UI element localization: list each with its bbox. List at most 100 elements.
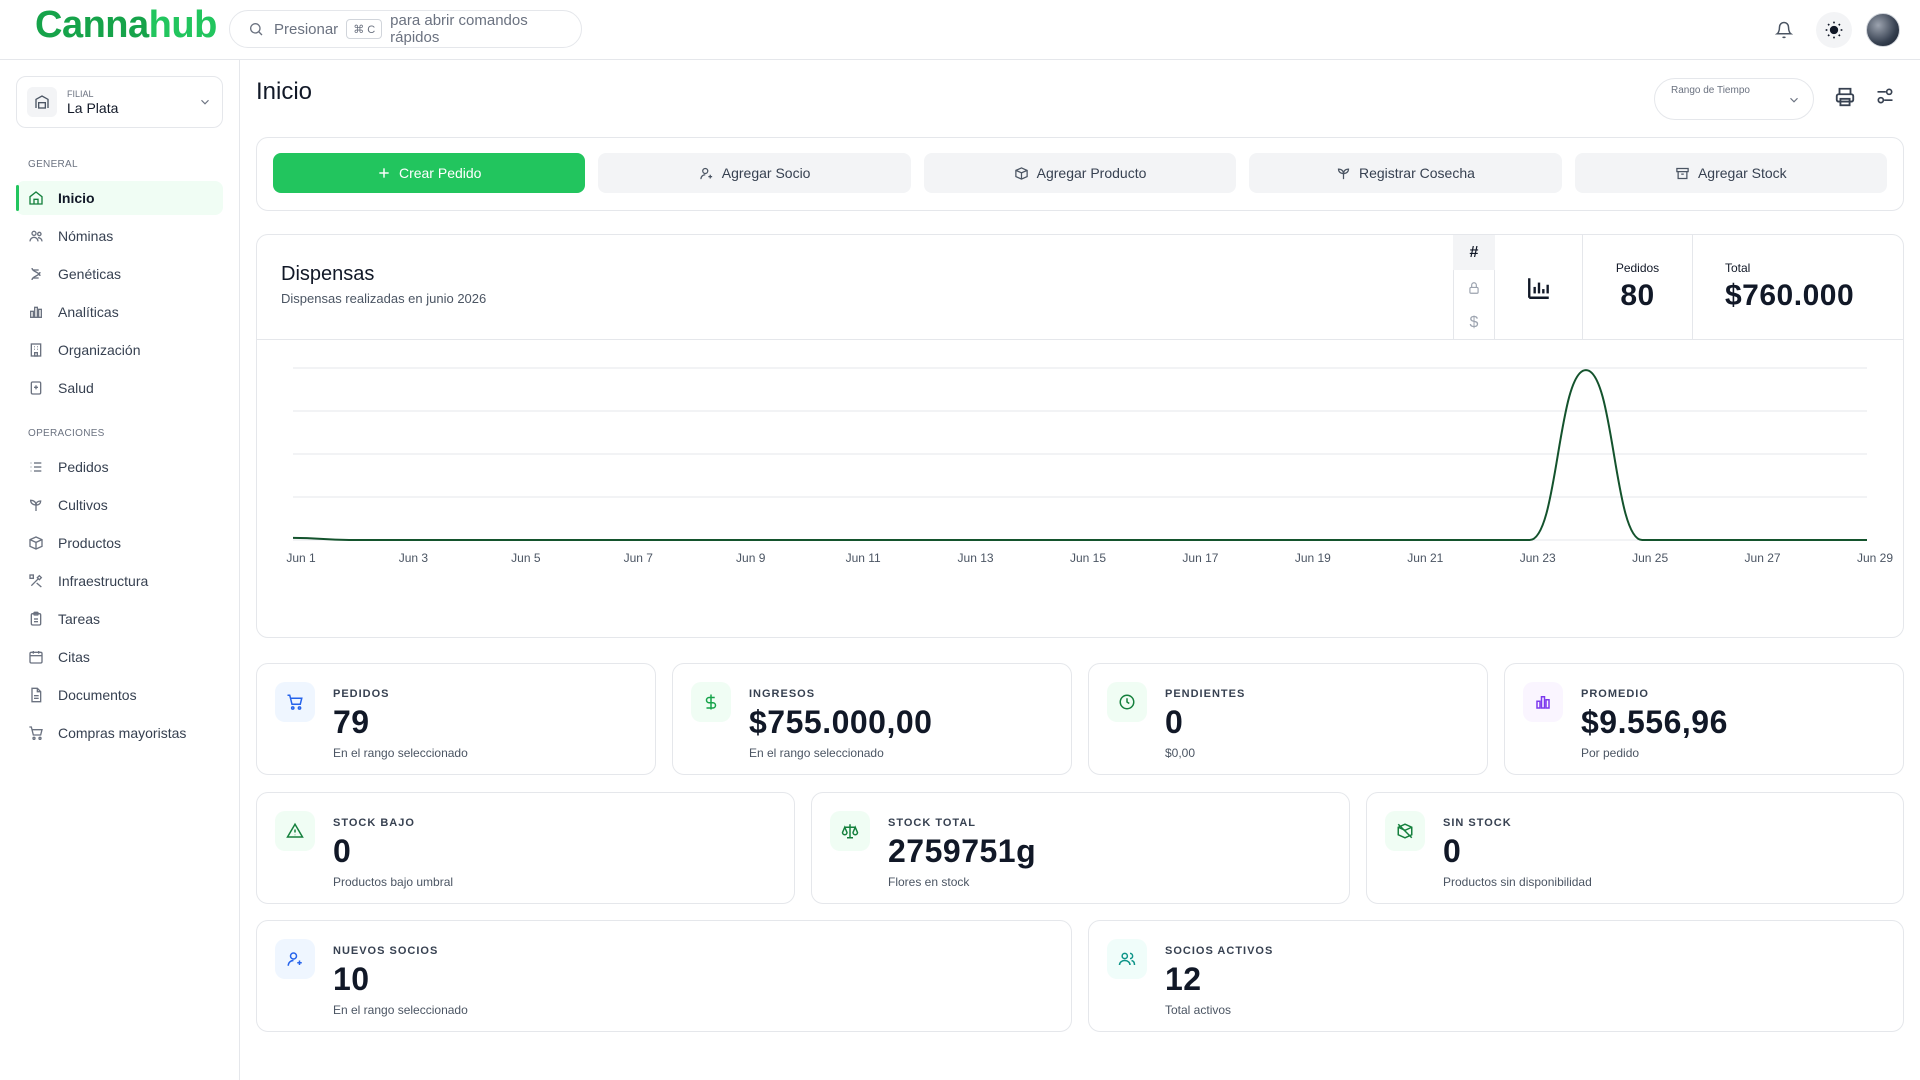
nav-general: Inicio Nóminas Genéticas Analíticas Orga… bbox=[16, 181, 223, 409]
search-prefix: Presionar bbox=[273, 20, 339, 38]
dna-icon bbox=[31, 267, 41, 281]
toggle-weight[interactable] bbox=[1453, 270, 1495, 305]
sidebar-item-documentos[interactable]: Documentos bbox=[16, 678, 223, 712]
toggle-amount[interactable]: $ bbox=[1453, 305, 1495, 340]
sidebar-item-analiticas[interactable]: Analíticas bbox=[16, 295, 223, 329]
x-tick-label: Jun 17 bbox=[1182, 551, 1218, 565]
package-off-icon bbox=[1385, 811, 1425, 851]
metric-card-nuevos-socios: NUEVOS SOCIOS 10 En el rango seleccionad… bbox=[256, 920, 1072, 1032]
metric-title: STOCK BAJO bbox=[333, 817, 415, 829]
chart-type-button[interactable] bbox=[1495, 235, 1583, 340]
search-suffix: para abrir comandos rápidos bbox=[390, 12, 528, 46]
add-stock-button[interactable]: Agregar Stock bbox=[1574, 153, 1888, 193]
time-range-label: Rango de Tiempo bbox=[1671, 85, 1750, 96]
metric-caption: Productos bajo umbral bbox=[333, 875, 454, 889]
metric-caption: Productos sin disponibilidad bbox=[1443, 875, 1592, 889]
sidebar-item-geneticas[interactable]: Genéticas bbox=[16, 257, 223, 291]
cart-icon bbox=[29, 726, 43, 740]
clock-icon bbox=[1107, 682, 1147, 722]
sidebar-item-organizacion[interactable]: Organización bbox=[16, 333, 223, 367]
cart-icon bbox=[275, 682, 315, 722]
metric-value: 0 bbox=[1443, 833, 1462, 869]
printer-icon bbox=[1835, 87, 1855, 107]
x-tick-label: Jun 11 bbox=[846, 551, 881, 565]
metric-value: $9.556,96 bbox=[1581, 704, 1728, 740]
command-search[interactable]: Presionar ⌘ C para abrir comandos rápido… bbox=[229, 10, 582, 48]
metric-caption: Total activos bbox=[1165, 1003, 1232, 1017]
sidebar-item-inicio[interactable]: Inicio bbox=[16, 181, 223, 215]
series-line bbox=[292, 369, 1867, 541]
metric-card-ingresos: INGRESOS $755.000,00 En el rango selecci… bbox=[672, 663, 1072, 775]
sidebar-item-pedidos[interactable]: Pedidos bbox=[16, 450, 223, 484]
metric-title: PROMEDIO bbox=[1581, 688, 1649, 700]
register-harvest-button[interactable]: Registrar Cosecha bbox=[1249, 153, 1562, 193]
warehouse-icon bbox=[27, 87, 57, 117]
pedidos-stat-value: 80 bbox=[1620, 279, 1655, 312]
shortcut-kbd: ⌘ C bbox=[346, 19, 383, 39]
tools-icon bbox=[29, 574, 43, 588]
calendar-icon bbox=[29, 651, 43, 664]
sidebar-item-cultivos[interactable]: Cultivos bbox=[16, 488, 223, 522]
metric-title: SOCIOS ACTIVOS bbox=[1165, 945, 1274, 957]
sidebar-item-compras-mayoristas[interactable]: Compras mayoristas bbox=[16, 716, 223, 750]
sidebar-item-infraestructura[interactable]: Infraestructura bbox=[16, 564, 223, 598]
dispensas-header: Dispensas Dispensas realizadas en junio … bbox=[257, 235, 1903, 340]
x-tick-label: Jun 5 bbox=[511, 551, 541, 565]
metric-card-stock-total: STOCK TOTAL 2759751g Flores en stock bbox=[811, 792, 1350, 904]
x-tick-label: Jun 27 bbox=[1745, 551, 1781, 565]
total-stat: Total $760.000 bbox=[1693, 235, 1903, 340]
metric-value: 0 bbox=[333, 833, 352, 869]
x-tick-label: Jun 7 bbox=[624, 551, 654, 565]
metric-caption: Flores en stock bbox=[888, 875, 970, 889]
create-order-button[interactable]: Crear Pedido bbox=[273, 153, 586, 193]
x-tick-label: Jun 1 bbox=[286, 551, 316, 565]
settings-button[interactable] bbox=[1875, 86, 1895, 111]
theme-toggle-button[interactable] bbox=[1816, 12, 1852, 48]
x-tick-label: Jun 23 bbox=[1520, 551, 1556, 565]
dispensas-title: Dispensas bbox=[281, 263, 375, 285]
user-avatar[interactable] bbox=[1866, 13, 1900, 47]
metric-card-socios-activos: SOCIOS ACTIVOS 12 Total activos bbox=[1088, 920, 1904, 1032]
metric-card-sin-stock: SIN STOCK 0 Productos sin disponibilidad bbox=[1366, 792, 1904, 904]
metric-value: $755.000,00 bbox=[749, 704, 933, 740]
metric-card-stock-bajo: STOCK BAJO 0 Productos bajo umbral bbox=[256, 792, 795, 904]
branch-selector[interactable]: FILIAL La Plata bbox=[16, 76, 223, 128]
branch-label: FILIAL bbox=[67, 88, 94, 99]
sidebar: FILIAL La Plata GENERAL Inicio Nóminas G… bbox=[0, 60, 240, 1080]
sidebar-item-salud[interactable]: Salud bbox=[16, 371, 223, 405]
dollar-icon bbox=[691, 682, 731, 722]
sidebar-item-nominas[interactable]: Nóminas bbox=[16, 219, 223, 253]
sidebar-item-tareas[interactable]: Tareas bbox=[16, 602, 223, 636]
metric-card-pendientes: PENDIENTES 0 $0,00 bbox=[1088, 663, 1488, 775]
sidebar-item-citas[interactable]: Citas bbox=[16, 640, 223, 674]
x-tick-label: Jun 3 bbox=[399, 551, 429, 565]
pedidos-stat-label: Pedidos bbox=[1615, 261, 1660, 275]
user-plus-icon bbox=[700, 167, 712, 179]
metric-value: 2759751g bbox=[888, 833, 1037, 869]
metric-title: PEDIDOS bbox=[333, 688, 390, 700]
sun-icon bbox=[1825, 21, 1843, 39]
sidebar-item-productos[interactable]: Productos bbox=[16, 526, 223, 560]
metric-caption: En el rango seleccionado bbox=[333, 746, 468, 760]
toggle-count[interactable]: # bbox=[1453, 235, 1495, 270]
metric-value: 12 bbox=[1165, 961, 1202, 997]
chevron-down-icon bbox=[1790, 97, 1798, 103]
branch-name: La Plata bbox=[67, 99, 119, 116]
metric-value: 10 bbox=[333, 961, 370, 997]
metric-card-pedidos: PEDIDOS 79 En el rango seleccionado bbox=[256, 663, 656, 775]
time-range-select[interactable]: Rango de Tiempo bbox=[1654, 78, 1814, 120]
print-button[interactable] bbox=[1834, 86, 1856, 113]
section-title-operaciones: OPERACIONES bbox=[28, 428, 105, 439]
x-tick-label: Jun 21 bbox=[1407, 551, 1443, 565]
section-title-general: GENERAL bbox=[28, 159, 78, 170]
users-icon bbox=[29, 230, 43, 242]
metric-title: STOCK TOTAL bbox=[888, 817, 976, 829]
logo[interactable]: Cannahub bbox=[35, 4, 217, 47]
notifications-button[interactable] bbox=[1766, 12, 1802, 48]
sprout-icon bbox=[29, 499, 42, 511]
add-member-button[interactable]: Agregar Socio bbox=[598, 153, 911, 193]
x-tick-label: Jun 13 bbox=[958, 551, 994, 565]
add-product-button[interactable]: Agregar Producto bbox=[923, 153, 1237, 193]
users-icon bbox=[1107, 939, 1147, 979]
search-icon bbox=[249, 23, 263, 36]
